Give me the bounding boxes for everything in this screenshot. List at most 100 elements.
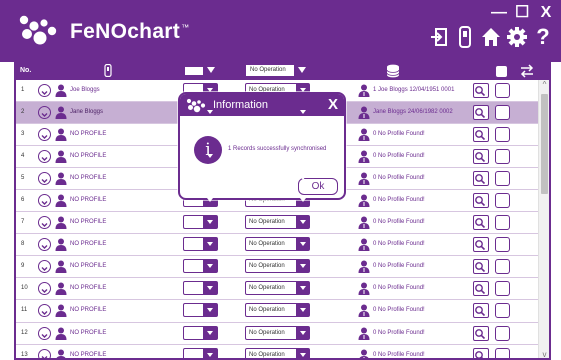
search-record-button[interactable] [473, 127, 489, 143]
person-icon [55, 238, 67, 252]
search-record-button[interactable] [473, 303, 489, 319]
row-checkbox[interactable] [495, 237, 510, 253]
search-record-button[interactable] [473, 325, 489, 341]
device-select[interactable] [183, 325, 218, 340]
home-icon[interactable] [481, 26, 501, 48]
table-row[interactable]: 13 NO PROFILE No Operation 0 No Profile … [16, 344, 540, 358]
row-checkbox[interactable] [495, 259, 510, 275]
expand-icon[interactable] [38, 348, 51, 358]
person-icon [55, 172, 67, 186]
row-checkbox[interactable] [495, 149, 510, 165]
device-icon[interactable] [455, 26, 475, 48]
fenochart-logo-icon [19, 15, 57, 45]
operation-select[interactable]: No Operation [245, 259, 310, 274]
dialog-close-button[interactable]: X [328, 96, 338, 114]
search-record-button[interactable] [473, 215, 489, 231]
expand-icon[interactable] [38, 304, 51, 318]
expand-icon[interactable] [38, 238, 51, 252]
search-record-button[interactable] [473, 193, 489, 209]
patient-name: NO PROFILE [70, 241, 107, 248]
header-operation-select[interactable]: No Operation [246, 65, 294, 76]
row-checkbox[interactable] [495, 105, 510, 121]
maximize-button[interactable]: ☐ [515, 4, 529, 22]
scroll-up-button[interactable]: ^ [539, 80, 549, 90]
swap-icon[interactable] [520, 64, 534, 78]
operation-select[interactable]: No Operation [245, 347, 310, 358]
search-record-button[interactable] [473, 83, 489, 98]
patient-name: NO PROFILE [70, 153, 107, 160]
search-record-button[interactable] [473, 347, 489, 358]
chevron-down-icon[interactable] [207, 67, 215, 73]
person-icon [55, 84, 67, 97]
expand-icon[interactable] [38, 150, 51, 164]
app-brand: FeNOchart™ [70, 20, 189, 44]
device-select[interactable] [183, 281, 218, 296]
scroll-down-button[interactable]: v [539, 350, 549, 358]
row-checkbox[interactable] [495, 171, 510, 187]
expand-icon[interactable] [38, 194, 51, 208]
expand-icon[interactable] [38, 172, 51, 186]
record-label: 0 No Profile Found! [373, 131, 425, 138]
expand-icon[interactable] [38, 216, 51, 230]
ok-button[interactable]: Ok [298, 178, 338, 195]
operation-select[interactable]: No Operation [245, 325, 310, 340]
row-checkbox[interactable] [495, 325, 510, 341]
row-checkbox[interactable] [495, 83, 510, 98]
select-all-checkbox[interactable] [496, 66, 507, 77]
row-checkbox[interactable] [495, 127, 510, 143]
device-select[interactable] [183, 347, 218, 358]
row-checkbox[interactable] [495, 215, 510, 231]
patient-name: NO PROFILE [70, 351, 107, 358]
expand-icon[interactable] [38, 128, 51, 142]
record-label: 0 No Profile Found! [373, 153, 425, 160]
table-row[interactable]: 10 NO PROFILE No Operation 0 No Profile … [16, 278, 540, 301]
expand-icon[interactable] [38, 84, 51, 97]
person-icon [55, 194, 67, 208]
help-icon[interactable]: ? [533, 26, 553, 48]
expand-icon[interactable] [38, 260, 51, 274]
search-record-button[interactable] [473, 237, 489, 253]
patient-name: Jane Bloggs [70, 109, 104, 116]
table-row[interactable]: 8 NO PROFILE No Operation 0 No Profile F… [16, 234, 540, 257]
search-record-button[interactable] [473, 149, 489, 165]
operation-select[interactable]: No Operation [245, 237, 310, 252]
table-row[interactable]: 7 NO PROFILE No Operation 0 No Profile F… [16, 212, 540, 235]
operation-select[interactable]: No Operation [245, 215, 310, 230]
device-select[interactable] [183, 215, 218, 230]
expand-icon[interactable] [38, 282, 51, 296]
row-checkbox[interactable] [495, 193, 510, 209]
logout-icon[interactable] [429, 26, 449, 48]
minimize-button[interactable]: — [491, 4, 507, 22]
search-record-button[interactable] [473, 281, 489, 297]
device-select[interactable] [183, 237, 218, 252]
table-row[interactable]: 12 NO PROFILE No Operation 0 No Profile … [16, 322, 540, 345]
search-record-button[interactable] [473, 105, 489, 121]
header-device-filter[interactable] [184, 66, 204, 76]
row-checkbox[interactable] [495, 303, 510, 319]
header-no-label: No. [20, 67, 32, 74]
expand-icon[interactable] [38, 106, 51, 120]
search-record-button[interactable] [473, 259, 489, 275]
doctor-icon [359, 349, 369, 358]
row-checkbox[interactable] [495, 281, 510, 297]
expand-icon[interactable] [38, 326, 51, 340]
chevron-down-icon[interactable] [298, 67, 306, 73]
scroll-thumb[interactable] [541, 94, 548, 194]
close-window-button[interactable]: X [539, 4, 553, 22]
table-row[interactable]: 9 NO PROFILE No Operation 0 No Profile F… [16, 256, 540, 279]
person-icon [55, 150, 67, 164]
gear-icon[interactable] [507, 26, 527, 48]
row-number: 9 [21, 263, 25, 270]
operation-select[interactable]: No Operation [245, 303, 310, 318]
operation-select[interactable]: No Operation [245, 281, 310, 296]
doctor-icon [358, 128, 370, 142]
record-label: 0 No Profile Found! [373, 351, 425, 358]
device-select[interactable] [183, 303, 218, 318]
table-row[interactable]: 11 NO PROFILE No Operation 0 No Profile … [16, 300, 540, 323]
search-record-button[interactable] [473, 171, 489, 187]
device-select[interactable] [183, 259, 218, 274]
record-label: 0 No Profile Found! [373, 175, 425, 182]
row-checkbox[interactable] [495, 347, 510, 358]
record-label: 0 No Profile Found! [373, 241, 425, 248]
vertical-scrollbar[interactable]: ^ v [538, 80, 549, 358]
